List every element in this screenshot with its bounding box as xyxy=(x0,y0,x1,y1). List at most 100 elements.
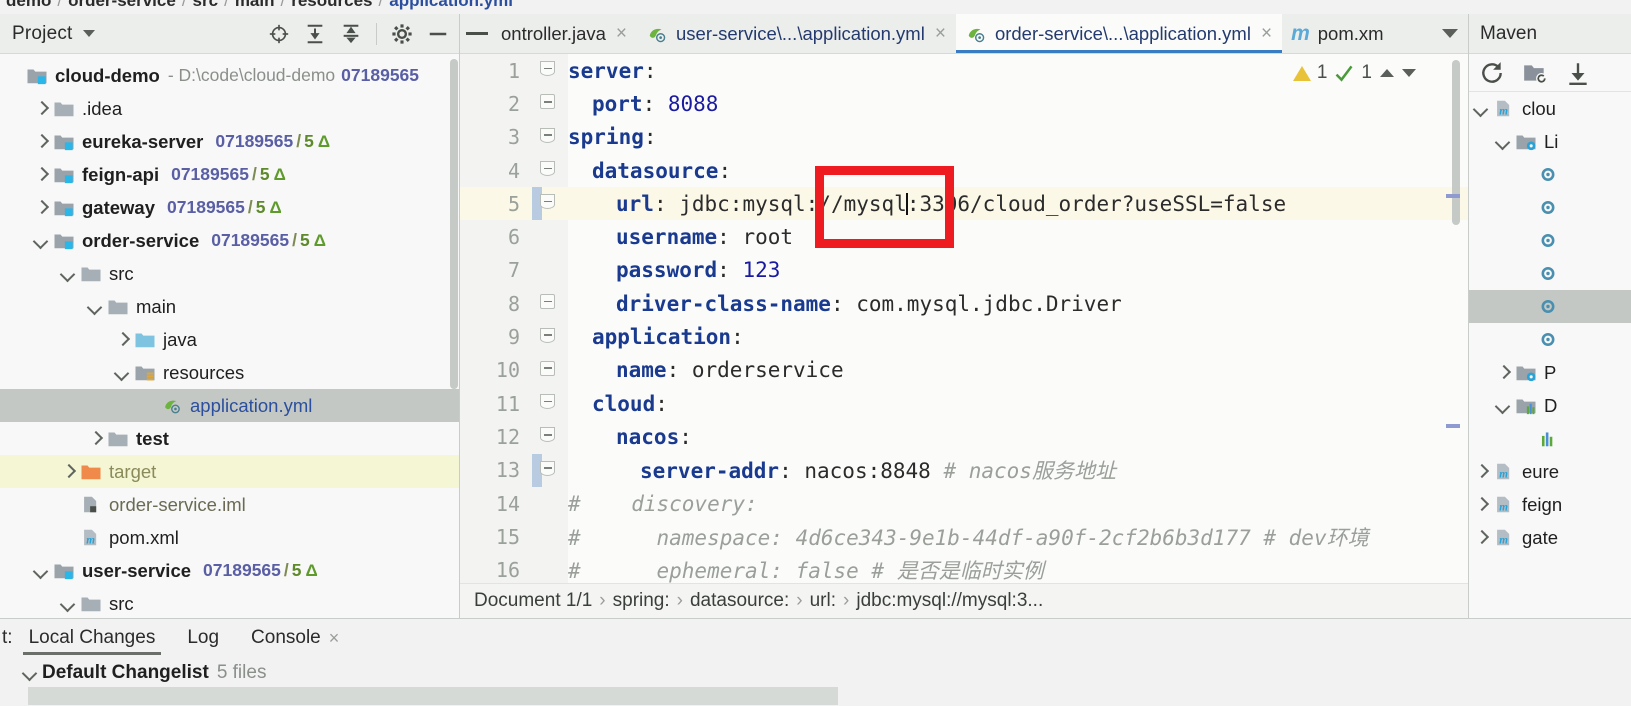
chevron-down-icon[interactable] xyxy=(1473,101,1489,117)
maven-tree-item[interactable]: m eure xyxy=(1469,455,1631,488)
inspection-widget[interactable]: 1 1 xyxy=(1292,62,1416,84)
tree-item[interactable]: resources xyxy=(0,356,459,389)
close-icon[interactable]: × xyxy=(1261,24,1272,43)
maven-tree-item[interactable]: m gate xyxy=(1469,521,1631,554)
chevron-right-icon[interactable] xyxy=(87,431,103,447)
editor-breadcrumb-item[interactable]: jdbc:mysql://mysql:3... xyxy=(856,590,1043,612)
code-line[interactable]: 5 url: jdbc:mysql://mysql:3306/cloud_orde… xyxy=(460,187,1468,221)
chevron-down-icon[interactable] xyxy=(33,563,49,579)
tree-item[interactable]: m pom.xml xyxy=(0,521,459,554)
editor-breadcrumb-item[interactable]: spring: xyxy=(613,590,670,612)
fold-marker[interactable] xyxy=(526,87,568,120)
fold-marker[interactable] xyxy=(526,387,568,420)
editor-tab[interactable]: ontroller.java × xyxy=(492,14,637,53)
maven-tree-item[interactable] xyxy=(1469,224,1631,257)
code-line[interactable]: 14 # discovery: xyxy=(460,487,1468,520)
tree-item[interactable]: application.yml xyxy=(0,389,459,422)
chevron-right-icon[interactable] xyxy=(114,332,130,348)
chevron-down-icon[interactable] xyxy=(114,365,130,381)
editor-code-lines[interactable]: 1 server: 2 port: 8088 3 spring: 4 datasource: 5… xyxy=(460,54,1468,583)
project-tree[interactable]: cloud-demo - D:\code\cloud-demo 07189565 .i… xyxy=(0,55,459,618)
code-line[interactable]: 15 # namespace: 4d6ce343-9e1b-44df-a90f-2… xyxy=(460,520,1468,553)
maven-tree-item[interactable] xyxy=(1469,422,1631,455)
version-control-tab[interactable]: Log xyxy=(171,619,235,657)
collapse-all-icon[interactable] xyxy=(340,23,362,45)
chevron-right-icon[interactable] xyxy=(60,464,76,480)
fold-marker[interactable] xyxy=(526,121,568,154)
editor-tab[interactable]: order-service\...\application.yml × xyxy=(955,14,1283,53)
close-icon[interactable]: × xyxy=(329,628,340,649)
code-line[interactable]: 11 cloud: xyxy=(460,387,1468,420)
tree-item[interactable]: .idea xyxy=(0,92,459,125)
chevron-down-icon[interactable] xyxy=(87,299,103,315)
maven-panel-title[interactable]: Maven xyxy=(1480,23,1537,45)
fold-marker[interactable] xyxy=(526,287,568,320)
maven-tree-item[interactable] xyxy=(1469,323,1631,356)
fold-marker[interactable] xyxy=(526,54,568,87)
editor-breadcrumb-item[interactable]: url: xyxy=(810,590,836,612)
chevron-right-icon[interactable] xyxy=(33,200,49,216)
fold-marker[interactable] xyxy=(526,187,568,221)
code-editor[interactable]: 1 server: 2 port: 8088 3 spring: 4 datasource: 5… xyxy=(460,54,1468,583)
chevron-down-icon[interactable] xyxy=(1402,69,1416,77)
code-line[interactable]: 2 port: 8088 xyxy=(460,87,1468,120)
chevron-right-icon[interactable] xyxy=(33,134,49,150)
fold-marker[interactable] xyxy=(526,154,568,187)
tree-item[interactable]: cloud-demo - D:\code\cloud-demo 07189565 xyxy=(0,59,459,92)
project-scrollbar[interactable] xyxy=(449,59,459,614)
chevron-right-icon[interactable] xyxy=(1473,497,1489,513)
version-control-tab[interactable]: Local Changes xyxy=(13,619,172,657)
download-sources-icon[interactable] xyxy=(1565,60,1591,86)
breadcrumb-item[interactable]: main xyxy=(235,0,275,10)
breadcrumb-item[interactable]: resources xyxy=(291,0,372,10)
maven-tree-item[interactable] xyxy=(1469,158,1631,191)
tree-item[interactable]: order-service.iml xyxy=(0,488,459,521)
maven-tree-item[interactable] xyxy=(1469,191,1631,224)
chevron-down-icon[interactable] xyxy=(60,596,76,612)
chevron-down-icon[interactable] xyxy=(1495,134,1511,150)
minimize-icon[interactable] xyxy=(466,32,488,35)
close-icon[interactable]: × xyxy=(616,24,627,43)
add-maven-project-icon[interactable] xyxy=(1522,60,1548,86)
maven-tree-item[interactable]: D xyxy=(1469,389,1631,422)
tree-item[interactable]: src xyxy=(0,587,459,618)
maven-tree-item[interactable]: m clou xyxy=(1469,92,1631,125)
chevron-right-icon[interactable] xyxy=(1473,464,1489,480)
tree-item[interactable]: gateway 07189565/5 Δ xyxy=(0,191,459,224)
code-line[interactable]: 13 server-addr: nacos:8848 # nacos服务地址 xyxy=(460,453,1468,487)
tree-item[interactable]: order-service 07189565/5 Δ xyxy=(0,224,459,257)
breadcrumb-item[interactable]: order-service xyxy=(68,0,176,10)
tree-item[interactable]: main xyxy=(0,290,459,323)
minimize-icon[interactable] xyxy=(427,23,449,45)
chevron-up-icon[interactable] xyxy=(1380,69,1394,77)
version-control-tab[interactable]: Console × xyxy=(235,619,355,657)
tree-item[interactable]: target xyxy=(0,455,459,488)
maven-tree-item[interactable] xyxy=(1469,257,1631,290)
fold-marker[interactable] xyxy=(526,321,568,354)
tree-item[interactable]: user-service 07189565/5 Δ xyxy=(0,554,459,587)
changelist-row[interactable]: Default Changelist 5 files xyxy=(0,657,1631,689)
maven-tree-item[interactable]: m feign xyxy=(1469,488,1631,521)
tree-item[interactable]: src xyxy=(0,257,459,290)
chevron-down-icon[interactable] xyxy=(82,30,95,37)
maven-tree-item[interactable]: Li xyxy=(1469,125,1631,158)
tree-item[interactable]: java xyxy=(0,323,459,356)
code-line[interactable]: 10 name: orderservice xyxy=(460,354,1468,387)
chevron-down-icon[interactable] xyxy=(1442,29,1458,38)
fold-marker[interactable] xyxy=(526,420,568,453)
chevron-right-icon[interactable] xyxy=(1495,365,1511,381)
chevron-down-icon[interactable] xyxy=(33,233,49,249)
code-line[interactable]: 16 # ephemeral: false # 是否是临时实例 xyxy=(460,553,1468,583)
tree-item[interactable]: eureka-server 07189565/5 Δ xyxy=(0,125,459,158)
code-line[interactable]: 12 nacos: xyxy=(460,420,1468,453)
editor-tab[interactable]: user-service\...\application.yml × xyxy=(637,14,956,53)
chevron-right-icon[interactable] xyxy=(33,101,49,117)
editor-breadcrumb-item[interactable]: datasource: xyxy=(690,590,789,612)
fold-marker[interactable] xyxy=(526,354,568,387)
code-line[interactable]: 7 password: 123 xyxy=(460,254,1468,287)
code-line[interactable]: 3 spring: xyxy=(460,121,1468,154)
code-line[interactable]: 6 username: root xyxy=(460,220,1468,253)
fold-marker[interactable] xyxy=(526,453,568,487)
tree-item[interactable]: feign-api 07189565/5 Δ xyxy=(0,158,459,191)
chevron-down-icon[interactable] xyxy=(1495,398,1511,414)
